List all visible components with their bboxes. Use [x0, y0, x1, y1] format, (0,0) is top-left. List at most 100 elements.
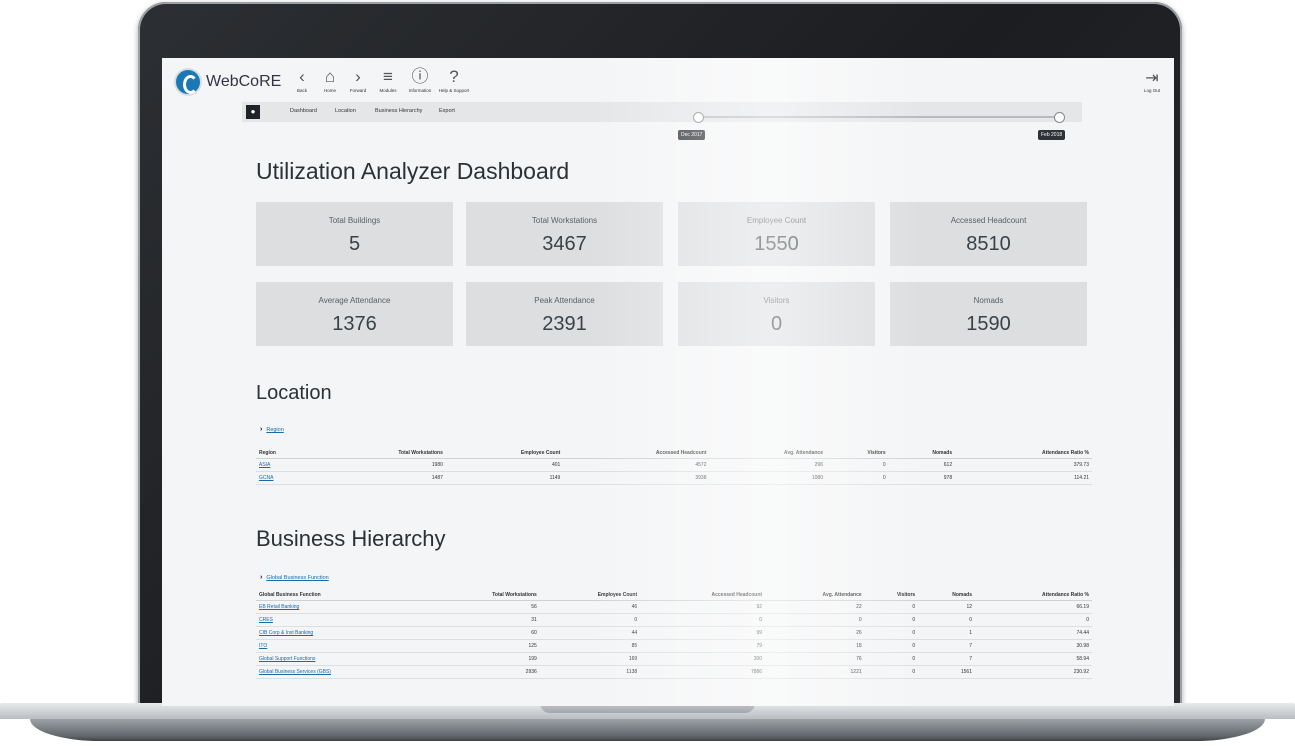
laptop-base: [0, 703, 1295, 747]
table-row: ITO 125 85 79 18 0 7 30.98: [256, 639, 1092, 653]
business-function-link[interactable]: Global Support Functions: [259, 656, 315, 662]
column-header: Visitors: [826, 448, 889, 459]
table-cell: 0: [826, 471, 889, 485]
business-function-link[interactable]: ITO: [259, 643, 267, 649]
table-row: CIB Corp & Inst Banking 60 44 99 26 0 1 74.44: [256, 626, 1092, 640]
table-cell: Global Support Functions: [256, 652, 429, 666]
table-cell: 1487: [315, 471, 446, 485]
column-header: Visitors: [864, 590, 919, 601]
table-cell: 199: [428, 652, 540, 666]
table-cell: 0: [864, 639, 919, 653]
table-cell: 76: [765, 652, 865, 666]
end-date-label: Feb 2018: [1038, 130, 1066, 140]
table-cell: 1980: [315, 458, 446, 472]
table-cell: 0: [826, 458, 889, 472]
location-section-title: Location: [256, 382, 332, 404]
table-cell: 0: [640, 613, 766, 627]
help-support-button[interactable]: ? Help & Support: [434, 68, 474, 100]
column-header: Nomads: [918, 590, 975, 601]
column-header: Employee Count: [539, 590, 641, 601]
table-cell: 60: [428, 626, 540, 640]
column-header: Global Business Function: [256, 590, 429, 601]
brand-name: WebCoRE: [206, 73, 282, 90]
table-cell: 0: [539, 613, 641, 627]
business-function-link[interactable]: EB Retail Banking: [259, 604, 299, 610]
app-screen: WebCoRE ‹ Back ⌂ Home › Forward ≡ Module…: [162, 58, 1174, 706]
table-cell: GCNA: [256, 471, 316, 485]
table-cell: 0: [864, 626, 919, 640]
table-row: ASIA 1980 401 4572 296 0 612 379.73: [256, 458, 1092, 472]
start-date-label: Dec 2017: [678, 130, 706, 140]
end-date-handle[interactable]: [1054, 112, 1065, 123]
column-header: Accessed Headcount: [563, 448, 710, 459]
stat-card-average-attendance: Average Attendance 1376: [256, 282, 453, 346]
subnav-location[interactable]: Location: [335, 108, 356, 114]
page-title: Utilization Analyzer Dashboard: [256, 158, 570, 184]
table-row: Global Support Functions 199 169 300 76 0 7 58.…: [256, 652, 1092, 666]
table-cell: 1221: [765, 665, 865, 679]
table-cell: 26: [765, 626, 865, 640]
region-link[interactable]: ASIA: [259, 462, 270, 468]
table-row: CRES 31 0 0 0 0 0 0: [256, 613, 1092, 627]
table-cell: 978: [888, 471, 956, 485]
date-range-slider[interactable]: [698, 116, 1060, 118]
subnav-dashboard[interactable]: Dashboard: [290, 108, 317, 114]
table-cell: 99: [640, 626, 766, 640]
table-cell: 296: [709, 458, 826, 472]
start-date-handle[interactable]: [693, 112, 704, 123]
table-cell: 56: [428, 600, 540, 614]
table-cell: 0: [864, 665, 919, 679]
business-hierarchy-section-title: Business Hierarchy: [256, 526, 446, 551]
table-cell: 92: [640, 600, 766, 614]
chevron-right-icon: ›: [260, 574, 263, 581]
column-header: Accessed Headcount: [640, 590, 766, 601]
help-icon: ?: [449, 67, 459, 86]
table-cell: CRES: [256, 613, 429, 627]
stat-card-visitors: Visitors 0: [678, 282, 875, 346]
business-function-link[interactable]: CRES: [259, 617, 273, 623]
table-cell: 3938: [563, 471, 710, 485]
column-header: Avg. Attendance: [709, 448, 826, 459]
table-row: EB Retail Banking 56 46 92 22 0 12 66.19: [256, 600, 1092, 614]
subnav-export[interactable]: Export: [439, 108, 455, 114]
table-row: GCNA 1487 1149 3938 1080 0 978 114.21: [256, 471, 1092, 485]
table-cell: 401: [445, 458, 564, 472]
table-cell: 44: [539, 626, 641, 640]
table-cell: ASIA: [256, 458, 316, 472]
table-cell: 7: [918, 639, 975, 653]
table-cell: 1: [918, 626, 975, 640]
table-cell: 1561: [918, 665, 975, 679]
table-cell: EB Retail Banking: [256, 600, 429, 614]
region-link[interactable]: GCNA: [259, 475, 273, 481]
column-header: Total Workstations: [315, 448, 446, 459]
table-cell: 125: [428, 639, 540, 653]
stat-card-total-workstations: Total Workstations 3467: [466, 202, 663, 266]
table-cell: 79: [640, 639, 766, 653]
subnav-business-hierarchy[interactable]: Business Hierarchy: [375, 108, 422, 114]
globe-icon[interactable]: ●: [246, 105, 260, 119]
table-cell: 0: [918, 613, 975, 627]
stat-card-employee-count: Employee Count 1550: [678, 202, 875, 266]
table-cell: ITO: [256, 639, 429, 653]
table-cell: 0: [975, 613, 1092, 627]
table-cell: 2936: [428, 665, 540, 679]
table-cell: 30.98: [975, 639, 1092, 653]
logout-button[interactable]: ⇥ Log Out: [1137, 70, 1167, 93]
chevron-right-icon: ›: [260, 426, 263, 433]
column-header: Region: [256, 448, 316, 459]
table-cell: 4572: [563, 458, 710, 472]
table-cell: 31: [428, 613, 540, 627]
table-cell: 379.73: [955, 458, 1092, 472]
business-function-link[interactable]: Global Business Services (GBS): [259, 669, 331, 675]
column-header: Attendance Ratio %: [975, 590, 1092, 601]
business-function-link[interactable]: CIB Corp & Inst Banking: [259, 630, 313, 636]
table-cell: Global Business Services (GBS): [256, 665, 429, 679]
table-cell: 46: [539, 600, 641, 614]
stat-card-accessed-headcount: Accessed Headcount 8510: [890, 202, 1087, 266]
column-header: Attendance Ratio %: [955, 448, 1092, 459]
region-expander[interactable]: › Region: [260, 426, 284, 433]
logout-icon: ⇥: [1145, 70, 1159, 87]
global-business-function-expander[interactable]: › Global Business Function: [260, 574, 329, 581]
table-cell: 230.92: [975, 665, 1092, 679]
table-cell: 1149: [445, 471, 564, 485]
